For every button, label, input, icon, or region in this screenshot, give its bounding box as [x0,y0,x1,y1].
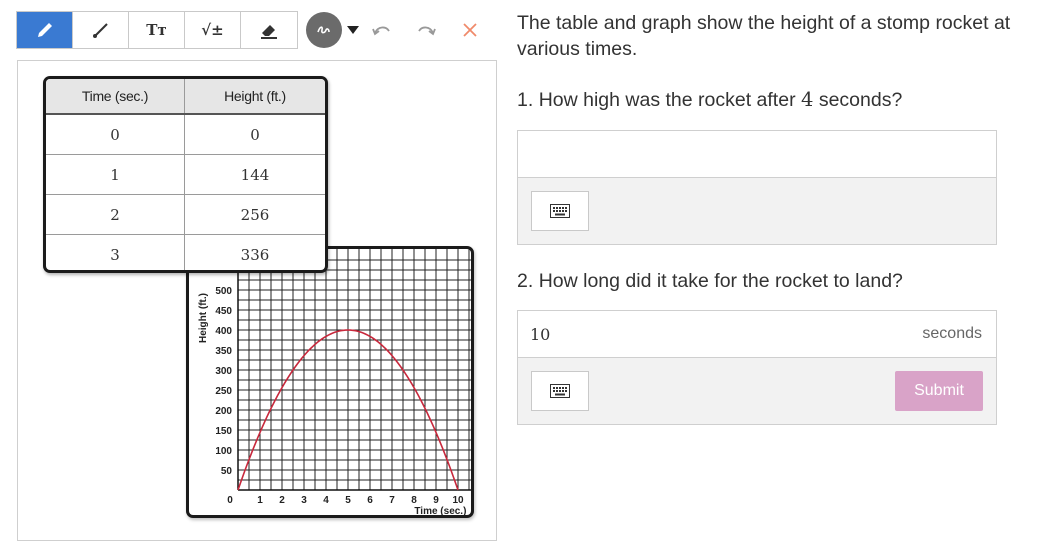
x-tick-label: 3 [301,495,307,506]
question-1: 1. How high was the rocket after 4 secon… [517,88,902,112]
y-axis-label: Height (ft.) [198,293,209,343]
keyboard-button[interactable] [531,371,589,411]
pencil-icon [37,23,52,37]
drawing-canvas[interactable]: 50 100 150 200 250 300 350 400 450 500 0 1 2 3 4 5 6 7 8 9 1… [17,60,497,541]
table-row: 1 144 [46,155,325,195]
data-table: Time (sec.) Height (ft.) 0 0 1 144 2 256… [43,76,328,273]
x-tick-label: 9 [433,495,439,506]
column-header-height: Height (ft.) [224,88,286,104]
question-2: 2. How long did it take for the rocket t… [517,270,903,293]
table-cell: 0 [250,125,260,144]
keyboard-icon [550,384,570,398]
redo-button[interactable] [404,12,448,48]
clear-button[interactable] [448,12,492,48]
y-tick-label: 200 [215,406,232,417]
table-cell: 3 [46,235,185,270]
y-tick-label: 150 [215,426,232,437]
table-cell: 144 [240,165,270,184]
scribble-icon [317,26,330,34]
x-tick-label: 8 [411,495,417,506]
question-number: 2. [517,270,534,292]
answer-input-1[interactable] [518,131,996,178]
table-cell: 0 [46,115,185,154]
redo-icon [418,26,436,36]
table-row: 3 336 [46,235,325,270]
color-picker-button[interactable] [306,12,342,48]
color-dropdown-button[interactable] [346,23,360,37]
undo-icon [372,26,390,36]
x-tick-label: 10 [452,495,464,506]
x-tick-label: 1 [257,495,263,506]
x-tick-label: 2 [279,495,285,506]
submit-button[interactable]: Submit [895,371,983,411]
math-tool-button[interactable]: √± [185,12,241,48]
column-header-time: Time (sec.) [46,79,185,113]
question-prompt: The table and graph show the height of a… [517,12,1011,60]
x-tick-label: 6 [367,495,373,506]
undo-button[interactable] [360,12,404,48]
math-icon: √± [201,21,224,39]
text-icon: Tт [146,21,167,39]
tool-group: Tт √± [16,11,298,49]
table-row: 0 0 [46,115,325,155]
table-cell: 2 [46,195,185,234]
table-cell: 336 [240,246,270,264]
question-text-end: seconds? [818,89,903,111]
x-tick-label: 7 [389,495,395,506]
table-cell: 1 [46,155,185,194]
table-row: 2 256 [46,195,325,235]
chevron-down-icon [347,26,359,34]
y-tick-label: 250 [215,386,232,397]
answer-box-2: 10 seconds Submit [517,310,997,425]
y-tick-label: 500 [215,286,232,297]
question-value: 4 [800,88,814,111]
y-tick-label: 50 [221,466,233,477]
x-tick-label: 5 [345,495,351,506]
y-tick-label: 350 [215,346,232,357]
question-text: How long did it take for the rocket to l… [538,270,903,292]
y-tick-label: 100 [215,446,232,457]
question-text: How high was the rocket after [538,89,796,111]
x-tick-label: 0 [227,495,233,506]
height-time-chart: 50 100 150 200 250 300 350 400 450 500 0 1 2 3 4 5 6 7 8 9 1… [198,249,471,515]
line-tool-button[interactable] [73,12,129,48]
text-tool-button[interactable]: Tт [129,12,185,48]
x-tick-label: 4 [323,495,329,506]
answer-value: 10 [530,325,551,344]
table-cell: 256 [240,205,270,224]
eraser-tool-button[interactable] [241,12,297,48]
answer-input-2[interactable]: 10 seconds [518,311,996,358]
pencil-tool-button[interactable] [17,12,73,48]
answer-unit: seconds [922,325,982,342]
close-icon [463,23,477,37]
y-tick-label: 300 [215,366,232,377]
y-tick-label: 450 [215,306,232,317]
keyboard-button[interactable] [531,191,589,231]
line-icon [92,23,108,38]
eraser-icon [261,25,277,39]
question-number: 1. [517,89,534,111]
y-tick-label: 400 [215,326,232,337]
graph-card: 50 100 150 200 250 300 350 400 450 500 0 1 2 3 4 5 6 7 8 9 1… [186,246,474,518]
keyboard-icon [550,204,570,218]
drawing-toolbar: Tт √± [16,11,492,49]
table-header-row: Time (sec.) Height (ft.) [46,79,325,115]
answer-box-1 [517,130,997,245]
x-axis-label: Time (sec.) [414,506,466,515]
